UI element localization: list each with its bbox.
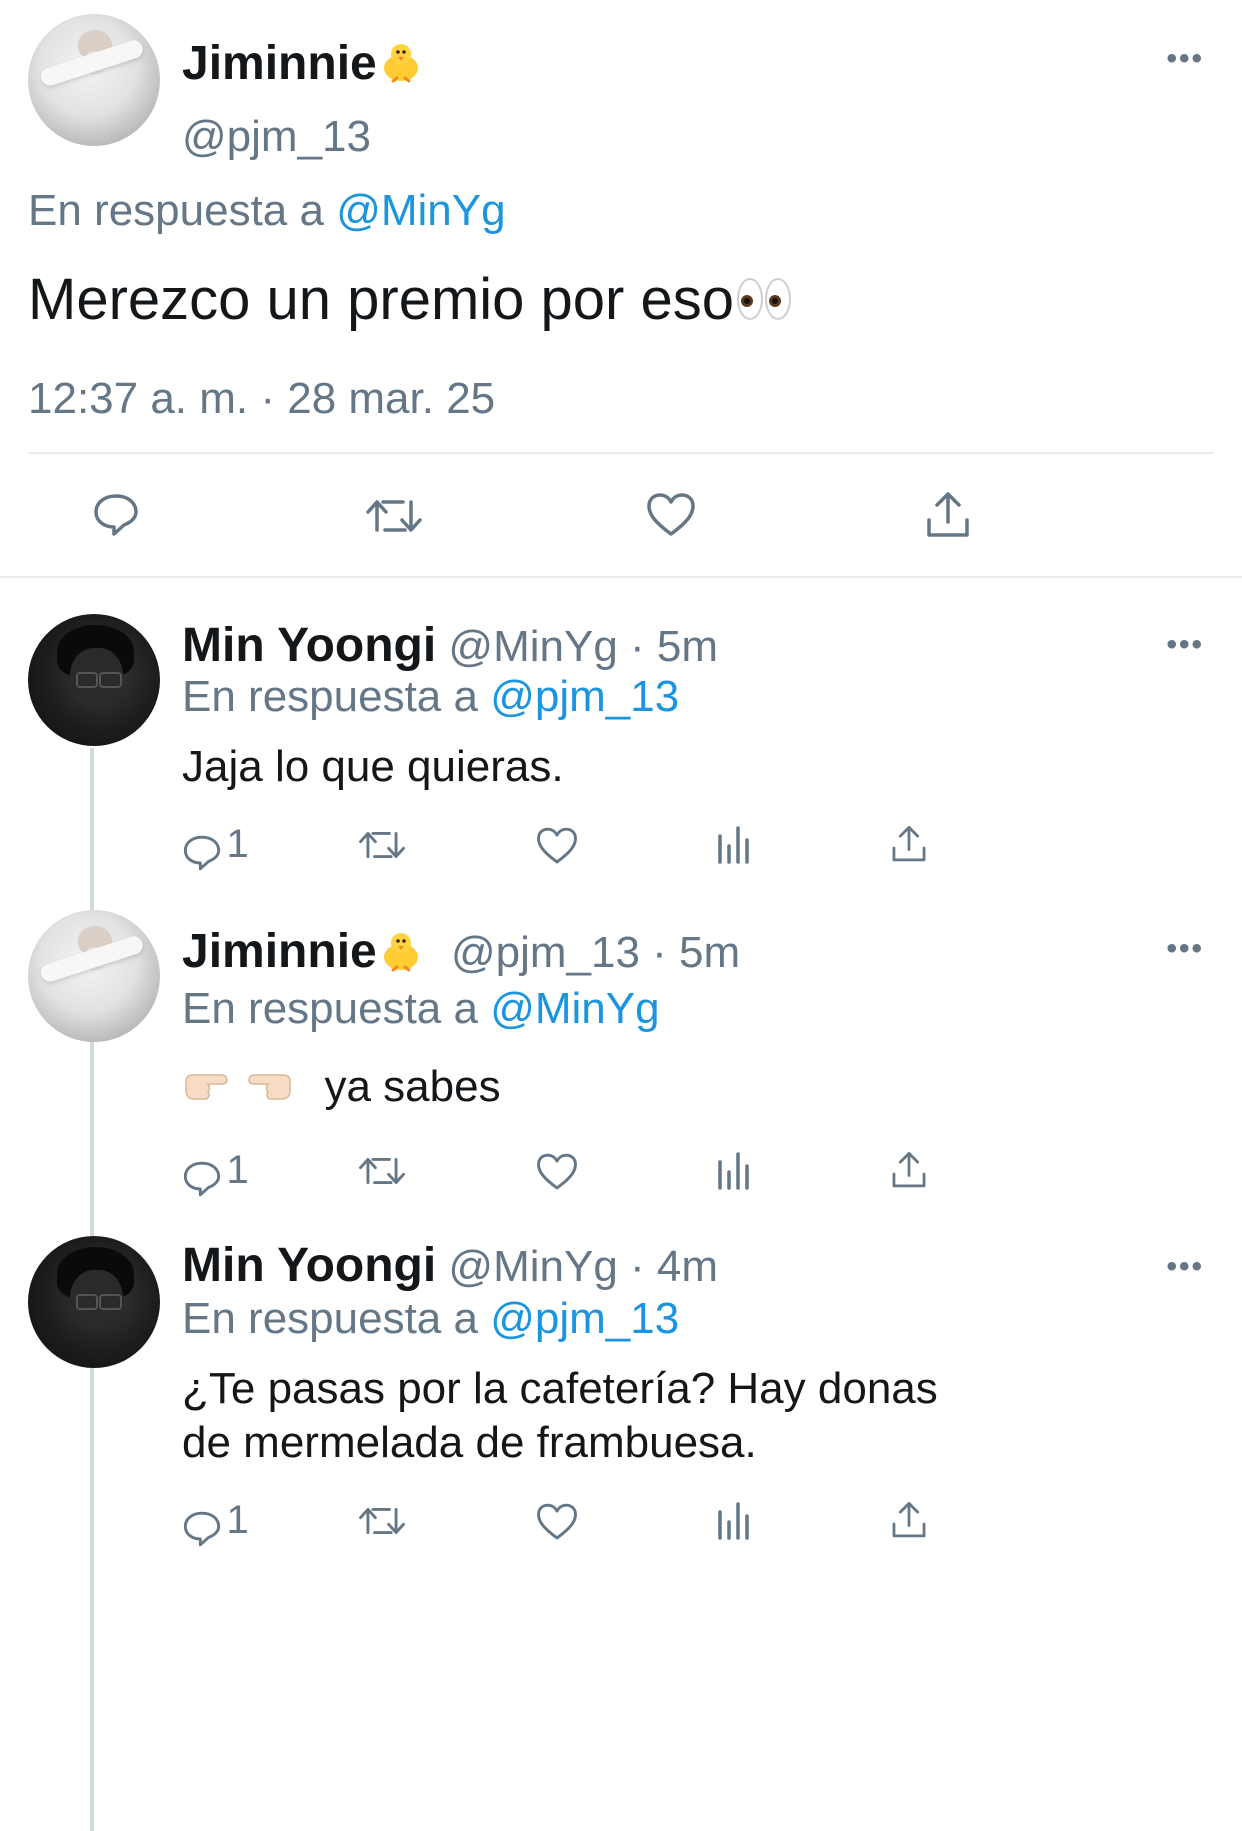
reply-count: 1: [226, 822, 249, 866]
reply-to-link[interactable]: @pjm_13: [490, 1294, 679, 1343]
share-icon[interactable]: [890, 824, 928, 864]
share-icon[interactable]: [890, 1150, 928, 1190]
timestamp[interactable]: 12:37 a. m. · 28 mar. 25: [28, 374, 495, 424]
reply-icon[interactable]: [92, 492, 140, 538]
like-icon[interactable]: [536, 1502, 578, 1542]
reply-header: Min Yoongi @MinYg · 4m: [182, 1238, 718, 1293]
reply-context: En respuesta a @MinYg: [182, 984, 660, 1034]
author-name[interactable]: Min Yoongi: [182, 619, 436, 672]
pointing-right-hand-icon: [185, 1074, 228, 1101]
time-ago[interactable]: · 5m: [630, 622, 718, 671]
author-name[interactable]: Jiminnie: [182, 925, 377, 978]
analytics-icon[interactable]: [716, 824, 752, 864]
reply-count: 1: [226, 1148, 249, 1192]
retweet-icon[interactable]: [358, 828, 406, 862]
tweet-text-line: ¿Te pasas por la cafetería? Hay donas: [182, 1364, 938, 1413]
eyes-icon: [737, 277, 791, 320]
reply-to-link[interactable]: @MinYg: [336, 186, 505, 235]
reply-action[interactable]: 1: [182, 1148, 249, 1199]
like-icon[interactable]: [536, 826, 578, 866]
tweet-text: ya sabes: [182, 1062, 501, 1112]
reply-prefix: En respuesta a: [28, 186, 324, 235]
reply-prefix: En respuesta a: [182, 984, 478, 1033]
chick-icon: [383, 933, 418, 972]
avatar[interactable]: [28, 1236, 160, 1368]
reply-header: Jiminnie @pjm_13 · 5m: [182, 924, 740, 979]
tweet-text-content: Merezco un premio por eso: [28, 267, 734, 332]
author-handle[interactable]: @MinYg: [448, 1242, 617, 1291]
more-options-icon[interactable]: •••: [1166, 42, 1204, 76]
more-options-icon[interactable]: •••: [1166, 932, 1204, 966]
reply-icon: [183, 1161, 221, 1197]
reply-to-link[interactable]: @MinYg: [490, 984, 659, 1033]
reply-icon: [183, 835, 221, 871]
retweet-icon[interactable]: [358, 1504, 406, 1538]
more-options-icon[interactable]: •••: [1166, 1250, 1204, 1284]
analytics-icon[interactable]: [716, 1150, 752, 1190]
time-ago[interactable]: · 4m: [630, 1242, 718, 1291]
reply-action[interactable]: 1: [182, 822, 249, 873]
tweet-text: Jaja lo que quieras.: [182, 742, 564, 791]
share-icon[interactable]: [924, 490, 972, 540]
reply-count: 1: [226, 1498, 249, 1542]
like-icon[interactable]: [536, 1152, 578, 1192]
like-icon[interactable]: [646, 492, 696, 538]
reply-to-link[interactable]: @pjm_13: [490, 672, 679, 721]
reply-prefix: En respuesta a: [182, 1294, 478, 1343]
retweet-icon[interactable]: [365, 496, 423, 536]
tweet-text-line: de mermelada de frambuesa.: [182, 1418, 757, 1467]
author-name[interactable]: Jiminnie: [182, 36, 425, 91]
avatar[interactable]: [28, 910, 160, 1042]
reply-context: En respuesta a @pjm_13: [182, 1294, 679, 1344]
tweet-text-content: ya sabes: [324, 1062, 501, 1111]
share-icon[interactable]: [890, 1500, 928, 1540]
time-ago[interactable]: · 5m: [652, 928, 740, 977]
analytics-icon[interactable]: [716, 1500, 752, 1540]
reply-context: En respuesta a @MinYg: [28, 186, 506, 236]
reply-header: Min Yoongi @MinYg · 5m: [182, 618, 718, 673]
author-handle[interactable]: @pjm_13: [182, 112, 371, 162]
reply-icon: [183, 1511, 221, 1547]
author-handle[interactable]: @pjm_13: [451, 928, 640, 977]
author-handle[interactable]: @MinYg: [448, 622, 617, 671]
author-name-text: Jiminnie: [182, 37, 377, 90]
chick-icon: [383, 44, 418, 83]
divider: [28, 452, 1214, 454]
divider: [0, 576, 1242, 578]
avatar[interactable]: [28, 614, 160, 746]
reply-action[interactable]: 1: [182, 1498, 249, 1549]
tweet-text: ¿Te pasas por la cafetería? Hay donas de…: [182, 1362, 938, 1470]
avatar[interactable]: [28, 14, 160, 146]
reply-context: En respuesta a @pjm_13: [182, 672, 679, 722]
reply-prefix: En respuesta a: [182, 672, 478, 721]
retweet-icon[interactable]: [358, 1154, 406, 1188]
author-name[interactable]: Min Yoongi: [182, 1239, 436, 1292]
tweet-text: Merezco un premio por eso: [28, 266, 794, 333]
more-options-icon[interactable]: •••: [1166, 628, 1204, 662]
pointing-left-hand-icon: [248, 1074, 291, 1101]
